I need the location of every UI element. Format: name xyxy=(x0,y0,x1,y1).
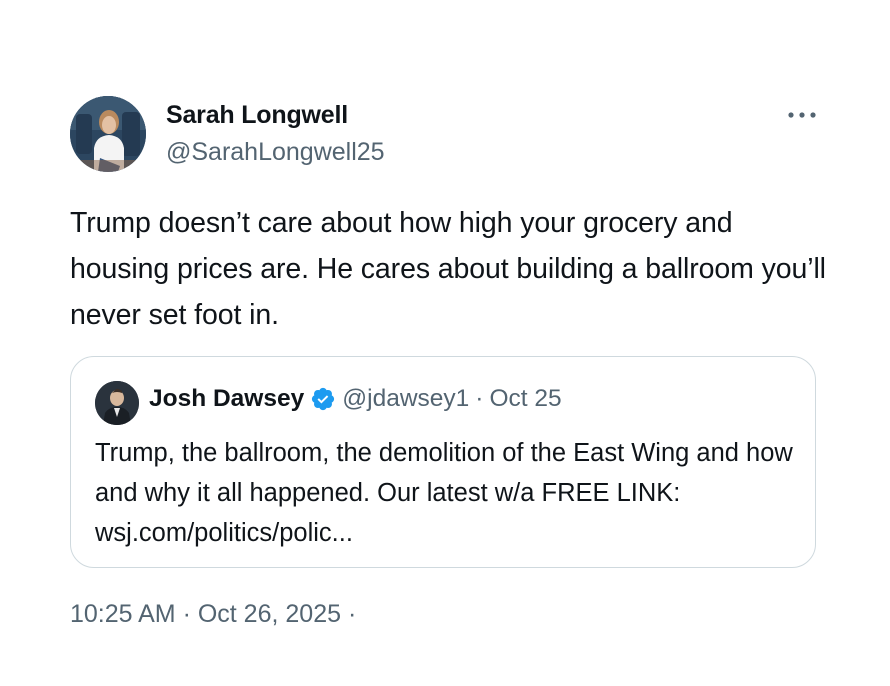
author-handle[interactable]: @SarahLongwell25 xyxy=(166,138,385,167)
author-photo-icon xyxy=(70,96,146,172)
quoted-author-photo-icon xyxy=(95,381,139,425)
quoted-tweet-text: Trump, the ballroom, the demolition of t… xyxy=(95,439,793,547)
quoted-tweet-date[interactable]: Oct 25 xyxy=(489,385,561,413)
quoted-tweet[interactable]: Josh Dawsey @jdawsey1 · Oct 25 Trump, th… xyxy=(70,356,816,568)
quoted-author-name[interactable]: Josh Dawsey xyxy=(149,385,304,413)
tweet-card: Sarah Longwell @SarahLongwell25 Trump do… xyxy=(0,0,890,686)
tweet-text: Trump doesn’t care about how high your g… xyxy=(70,207,826,331)
quoted-author-avatar[interactable] xyxy=(95,381,139,425)
more-horizontal-icon xyxy=(788,112,816,118)
more-options-button[interactable] xyxy=(782,100,822,130)
verified-badge-icon xyxy=(312,387,335,411)
quoted-author-handle[interactable]: @jdawsey1 xyxy=(342,385,469,413)
author-avatar[interactable] xyxy=(70,96,146,172)
separator-dot: · xyxy=(475,385,484,412)
quoted-tweet-header: Josh Dawsey @jdawsey1 · Oct 25 xyxy=(149,385,562,413)
author-name[interactable]: Sarah Longwell xyxy=(166,101,348,130)
tweet-timestamp[interactable]: 10:25 AM · Oct 26, 2025 · xyxy=(70,600,356,629)
